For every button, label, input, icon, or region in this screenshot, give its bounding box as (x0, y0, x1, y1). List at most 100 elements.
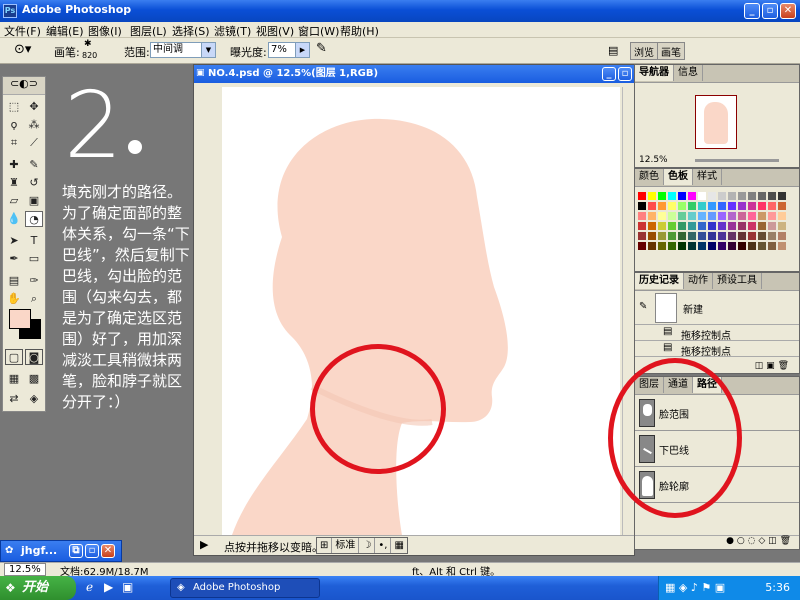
blur-tool-icon[interactable]: 💧 (5, 211, 23, 227)
color-swatch[interactable] (647, 191, 657, 201)
color-swatch[interactable] (667, 221, 677, 231)
minimize-button[interactable]: _ (744, 3, 760, 19)
color-swatch[interactable] (717, 221, 727, 231)
menu-view[interactable]: 视图(V) (256, 23, 294, 39)
move-tool-icon[interactable]: ✥ (25, 99, 43, 115)
tab-browse[interactable]: 浏览 (631, 43, 658, 60)
color-swatch[interactable] (637, 211, 647, 221)
color-swatch[interactable] (707, 241, 717, 251)
color-swatch[interactable] (777, 201, 787, 211)
color-swatch[interactable] (757, 201, 767, 211)
maximize-button[interactable]: ▫ (85, 544, 99, 558)
color-swatch[interactable] (687, 211, 697, 221)
eyedropper-tool-icon[interactable]: ✑ (25, 273, 43, 289)
restore-button[interactable]: ⧉ (69, 544, 83, 558)
load-selection-icon[interactable]: ◌ (748, 536, 756, 546)
menu-file[interactable]: 文件(F) (4, 23, 41, 39)
new-document-icon[interactable]: ▣ (766, 361, 775, 371)
healing-brush-tool-icon[interactable]: ✚ (5, 157, 23, 173)
menu-window[interactable]: 窗口(W) (298, 23, 339, 39)
ime-moon-icon[interactable]: ☽ (359, 538, 376, 553)
eraser-tool-icon[interactable]: ▱ (5, 193, 23, 209)
tab-actions[interactable]: 动作 (684, 273, 713, 289)
taskbar-photoshop[interactable]: ◈ Adobe Photoshop (170, 578, 320, 598)
color-swatch[interactable] (717, 241, 727, 251)
tab-info[interactable]: 信息 (674, 65, 703, 81)
tab-navigator[interactable]: 导航器 (635, 65, 674, 81)
color-swatch[interactable] (657, 191, 667, 201)
new-snapshot-icon[interactable]: ◫ (755, 361, 764, 371)
color-swatch[interactable] (697, 221, 707, 231)
pen-tool-icon[interactable]: ✒ (5, 251, 23, 267)
maximize-button[interactable]: ▫ (762, 3, 778, 19)
screen-mode-icon[interactable]: ▦ (5, 371, 23, 387)
marquee-tool-icon[interactable]: ⬚ (5, 99, 23, 115)
color-swatch[interactable] (637, 201, 647, 211)
color-swatch[interactable] (657, 211, 667, 221)
color-swatch[interactable] (677, 191, 687, 201)
color-swatch[interactable] (767, 211, 777, 221)
range-select[interactable]: 中间调 ▼ (150, 42, 216, 58)
color-swatch[interactable] (687, 241, 697, 251)
ime-punct[interactable]: •, (375, 538, 392, 553)
history-brush-source-icon[interactable]: ✎ (639, 301, 647, 312)
color-swatch[interactable] (767, 201, 777, 211)
status-arrow-icon[interactable]: ▶ (200, 538, 208, 551)
brush-tool-icon[interactable]: ✎ (25, 157, 43, 173)
color-swatch[interactable] (717, 231, 727, 241)
color-swatch[interactable] (677, 231, 687, 241)
color-swatch[interactable] (737, 211, 747, 221)
color-swatch[interactable] (717, 201, 727, 211)
history-snapshot[interactable]: ✎ 新建 (635, 291, 799, 325)
make-path-icon[interactable]: ◇ (758, 536, 765, 546)
dodge-tool-icon[interactable]: ⊙▾ (14, 42, 31, 57)
foreground-color-swatch-top[interactable] (9, 309, 31, 329)
color-swatch[interactable] (757, 211, 767, 221)
menu-select[interactable]: 选择(S) (172, 23, 210, 39)
color-swatch[interactable] (767, 241, 777, 251)
navigator-zoom-slider[interactable] (695, 159, 779, 162)
color-swatch[interactable] (697, 211, 707, 221)
color-swatch[interactable] (657, 221, 667, 231)
minimized-document[interactable]: jhgf... ✿ ⧉ ▫ ✕ (0, 540, 122, 562)
gradient-tool-icon[interactable]: ▣ (25, 193, 43, 209)
menu-help[interactable]: 帮助(H) (340, 23, 379, 39)
color-swatch[interactable] (697, 201, 707, 211)
color-swatch[interactable] (677, 211, 687, 221)
history-step[interactable]: ▤ 拖移控制点 (635, 325, 799, 342)
menu-image[interactable]: 图像(I) (88, 23, 122, 39)
color-swatch[interactable] (747, 211, 757, 221)
brush-preview-icon[interactable]: ✱ (84, 39, 92, 49)
color-swatch[interactable] (777, 231, 787, 241)
type-tool-icon[interactable]: T (25, 233, 43, 249)
standard-mode-icon[interactable]: ▢ (5, 349, 23, 365)
document-title-bar[interactable]: NO.4.psd @ 12.5%(图层 1,RGB) (194, 65, 634, 83)
color-swatch[interactable] (667, 241, 677, 251)
airbrush-icon[interactable]: ✎ (316, 41, 327, 56)
dodge-tool-icon[interactable]: ◔ (25, 211, 43, 227)
color-swatch[interactable] (777, 221, 787, 231)
tray-icons[interactable]: ▦ ◈ ♪ ⚑ ▣ (665, 576, 725, 600)
color-swatch[interactable] (637, 221, 647, 231)
color-swatch[interactable] (737, 241, 747, 251)
document-minimize-button[interactable]: _ (602, 67, 616, 81)
color-swatch[interactable] (647, 231, 657, 241)
color-swatch[interactable] (707, 201, 717, 211)
imageready-icon[interactable]: ◈ (25, 391, 43, 407)
color-swatch[interactable] (677, 201, 687, 211)
slice-tool-icon[interactable]: ⟋ (25, 135, 43, 151)
color-swatch[interactable] (737, 191, 747, 201)
color-swatch[interactable] (727, 221, 737, 231)
desktop-icon[interactable]: ▣ (122, 580, 133, 594)
color-swatch[interactable] (657, 241, 667, 251)
menu-layer[interactable]: 图层(L) (130, 23, 167, 39)
tab-swatches[interactable]: 色板 (664, 169, 693, 185)
color-swatch[interactable] (687, 221, 697, 231)
color-swatch[interactable] (647, 211, 657, 221)
quick-mask-mode-icon[interactable]: ◙ (25, 349, 43, 365)
ime-mode[interactable]: 标准 (332, 538, 360, 553)
swatch-grid[interactable] (637, 191, 787, 251)
color-swatch[interactable] (697, 191, 707, 201)
crop-tool-icon[interactable]: ⌗ (5, 135, 23, 151)
hand-tool-icon[interactable]: ✋ (5, 291, 23, 307)
